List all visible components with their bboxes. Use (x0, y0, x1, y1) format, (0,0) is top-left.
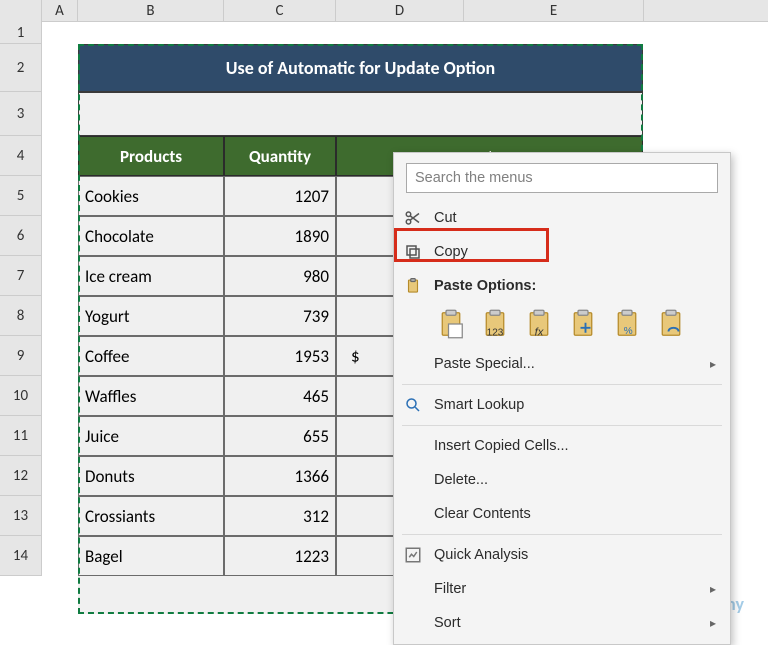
menu-item-insert-copied[interactable]: Insert Copied Cells... (394, 429, 730, 463)
cell-product[interactable]: Chocolate (78, 216, 224, 256)
cell-quantity[interactable]: 739 (224, 296, 336, 336)
cell-quantity[interactable]: 1207 (224, 176, 336, 216)
cell-quantity[interactable]: 1890 (224, 216, 336, 256)
menu-item-sort[interactable]: Sort (394, 606, 730, 640)
row-header-7[interactable]: 7 (0, 256, 42, 296)
menu-separator (402, 425, 722, 426)
menu-label: Cut (434, 210, 716, 226)
copy-icon (404, 243, 434, 261)
row-header-14[interactable]: 14 (0, 536, 42, 576)
col-header-d[interactable]: D (336, 0, 464, 21)
paste-link-icon[interactable] (654, 307, 688, 341)
menu-label: Paste Options: (434, 278, 716, 294)
row-header-10[interactable]: 10 (0, 376, 42, 416)
blank-header-band[interactable] (78, 92, 643, 136)
row-header-1[interactable]: 1 (0, 22, 42, 44)
paste-formatting-icon[interactable]: % (610, 307, 644, 341)
row-header-13[interactable]: 13 (0, 496, 42, 536)
row-header-4[interactable]: 4 (0, 136, 42, 176)
menu-label: Quick Analysis (434, 547, 716, 563)
row-header-12[interactable]: 12 (0, 456, 42, 496)
header-products[interactable]: Products (78, 136, 224, 176)
cell-quantity[interactable]: 980 (224, 256, 336, 296)
row-headers: 1 2 3 4 5 6 7 8 9 10 11 12 13 14 (0, 22, 42, 576)
menu-item-quick-analysis[interactable]: Quick Analysis (394, 538, 730, 572)
submenu-arrow-icon (710, 615, 716, 631)
row-header-11[interactable]: 11 (0, 416, 42, 456)
cell-quantity[interactable]: 1223 (224, 536, 336, 576)
quick-analysis-icon (404, 546, 434, 564)
row-header-2[interactable]: 2 (0, 44, 42, 92)
menu-item-cut[interactable]: Cut (394, 201, 730, 235)
menu-separator (402, 534, 722, 535)
row-header-6[interactable]: 6 (0, 216, 42, 256)
paste-options-group: 123 fx % (394, 303, 730, 347)
column-headers: A B C D E (0, 0, 768, 22)
cell-product[interactable]: Ice cream (78, 256, 224, 296)
svg-text:123: 123 (487, 327, 504, 338)
menu-search-input[interactable]: Search the menus (406, 163, 718, 193)
cell-product[interactable]: Juice (78, 416, 224, 456)
header-quantity[interactable]: Quantity (224, 136, 336, 176)
cell-product[interactable]: Waffles (78, 376, 224, 416)
select-all-corner[interactable] (0, 0, 42, 22)
cell-quantity[interactable]: 1953 (224, 336, 336, 376)
cell-quantity[interactable]: 1366 (224, 456, 336, 496)
submenu-arrow-icon (710, 581, 716, 597)
scissors-icon (404, 209, 434, 227)
menu-item-copy[interactable]: Copy (394, 235, 730, 269)
col-header-c[interactable]: C (224, 0, 336, 21)
paste-values-icon[interactable]: 123 (478, 307, 512, 341)
cell-quantity[interactable]: 655 (224, 416, 336, 456)
paste-formulas-icon[interactable]: fx (522, 307, 556, 341)
paste-transpose-icon[interactable] (566, 307, 600, 341)
submenu-arrow-icon (710, 356, 716, 372)
cell-product[interactable]: Bagel (78, 536, 224, 576)
cell-quantity[interactable]: 312 (224, 496, 336, 536)
menu-item-delete[interactable]: Delete... (394, 463, 730, 497)
paste-default-icon[interactable] (434, 307, 468, 341)
menu-label: Sort (434, 615, 710, 631)
row-header-9[interactable]: 9 (0, 336, 42, 376)
cell-product[interactable]: Coffee (78, 336, 224, 376)
menu-separator (402, 384, 722, 385)
cell-product[interactable]: Cookies (78, 176, 224, 216)
lookup-icon (404, 396, 434, 414)
menu-item-filter[interactable]: Filter (394, 572, 730, 606)
row-header-5[interactable]: 5 (0, 176, 42, 216)
menu-item-smart-lookup[interactable]: Smart Lookup (394, 388, 730, 422)
svg-text:fx: fx (535, 326, 544, 338)
col-header-b[interactable]: B (78, 0, 224, 21)
clipboard-icon (404, 277, 434, 295)
menu-label: Filter (434, 581, 710, 597)
col-header-e[interactable]: E (464, 0, 644, 21)
menu-label: Delete... (434, 472, 716, 488)
cell-quantity[interactable]: 465 (224, 376, 336, 416)
menu-item-paste-options: Paste Options: (394, 269, 730, 303)
col-header-a[interactable]: A (42, 0, 78, 21)
menu-label: Copy (434, 244, 716, 260)
cell-product[interactable]: Crossiants (78, 496, 224, 536)
cell-product[interactable]: Donuts (78, 456, 224, 496)
menu-item-clear-contents[interactable]: Clear Contents (394, 497, 730, 531)
menu-label: Clear Contents (434, 506, 716, 522)
title-cell[interactable]: Use of Automatic for Update Option (78, 44, 643, 92)
context-menu: Search the menus Cut Copy Paste Options:… (393, 152, 731, 645)
menu-item-paste-special[interactable]: Paste Special... (394, 347, 730, 381)
menu-label: Smart Lookup (434, 397, 716, 413)
cell-product[interactable]: Yogurt (78, 296, 224, 336)
row-header-3[interactable]: 3 (0, 92, 42, 136)
row-header-8[interactable]: 8 (0, 296, 42, 336)
svg-text:%: % (624, 326, 633, 337)
menu-label: Insert Copied Cells... (434, 438, 716, 454)
menu-label: Paste Special... (434, 356, 710, 372)
